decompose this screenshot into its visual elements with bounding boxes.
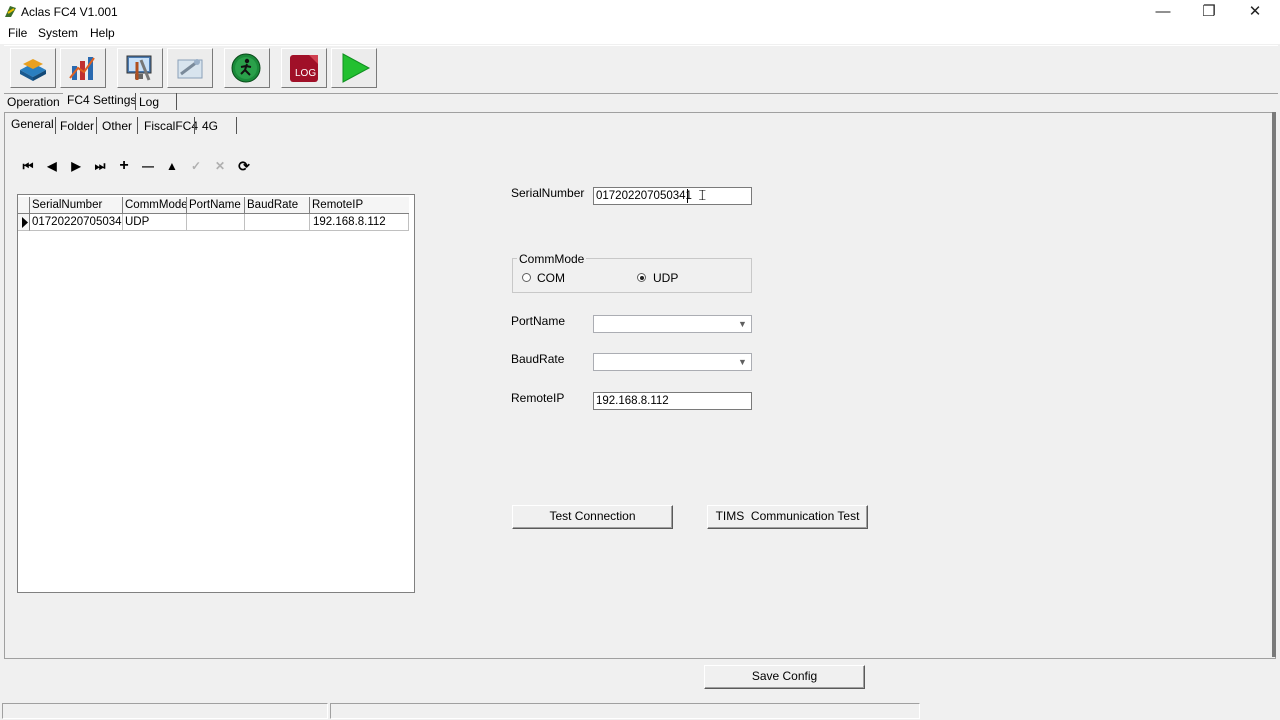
nav-prior-button[interactable]: ◀ xyxy=(41,155,63,177)
table-cell[interactable] xyxy=(187,214,245,231)
log-icon: LOG xyxy=(290,55,318,82)
serialnumber-label: SerialNumber xyxy=(511,186,585,200)
column-header-portname[interactable]: PortName xyxy=(187,197,245,214)
nav-cancel-button[interactable]: ✕ xyxy=(209,155,231,177)
column-header-commmode[interactable]: CommMode xyxy=(123,197,187,214)
tab-operation[interactable]: Operation xyxy=(3,93,64,111)
tab-divider xyxy=(194,117,195,134)
status-panel xyxy=(2,703,328,719)
menu-bar xyxy=(0,24,1280,44)
column-header-remoteip[interactable]: RemoteIP xyxy=(310,197,409,214)
tab-fiscalfc4[interactable]: FiscalFC4 xyxy=(140,117,202,135)
table-cell[interactable]: UDP xyxy=(123,214,187,231)
chevron-down-icon[interactable]: ▼ xyxy=(734,316,751,332)
table-cell[interactable] xyxy=(245,214,310,231)
serialnumber-input[interactable]: 017202207050341 xyxy=(593,187,752,205)
nav-edit-button[interactable]: ▲ xyxy=(161,155,183,177)
test-connection-button[interactable]: Test Connection xyxy=(512,505,673,529)
save-config-button[interactable]: Save Config xyxy=(704,665,865,689)
scrollbar[interactable] xyxy=(1272,112,1276,657)
column-header-serialnumber[interactable]: SerialNumber xyxy=(30,197,123,214)
run-person-icon xyxy=(231,53,261,83)
restore-button[interactable]: ❐ xyxy=(1186,0,1232,24)
close-button[interactable]: ✕ xyxy=(1232,0,1278,24)
menu-file[interactable]: File xyxy=(8,26,27,40)
minimize-button[interactable]: — xyxy=(1140,0,1186,24)
baudrate-combo[interactable]: ▼ xyxy=(593,353,752,371)
tab-divider xyxy=(236,117,237,134)
tab-log[interactable]: Log xyxy=(135,93,163,111)
ibeam-cursor-icon: 𝙸 xyxy=(697,187,708,204)
tab-divider xyxy=(176,93,177,110)
nav-post-button[interactable]: ✓ xyxy=(185,155,207,177)
nav-last-button[interactable]: ⏭ xyxy=(89,155,111,177)
nav-insert-button[interactable]: + xyxy=(113,155,135,177)
menu-help[interactable]: Help xyxy=(90,26,115,40)
window-title: Aclas FC4 V1.001 xyxy=(21,5,118,19)
settings-button[interactable] xyxy=(167,48,213,88)
bottom-panel xyxy=(4,658,1276,701)
row-indicator[interactable] xyxy=(18,214,30,231)
menu-system[interactable]: System xyxy=(38,26,78,40)
tab-other[interactable]: Other xyxy=(98,117,136,135)
play-button[interactable] xyxy=(331,48,377,88)
nav-delete-button[interactable]: — xyxy=(137,155,159,177)
chart-button[interactable] xyxy=(60,48,106,88)
status-panel xyxy=(330,703,920,719)
computer-tools-button[interactable] xyxy=(117,48,163,88)
records-grid[interactable]: SerialNumber CommMode PortName BaudRate … xyxy=(17,194,415,593)
serialnumber-value: 017202207050341 xyxy=(596,190,692,202)
tab-folder[interactable]: Folder xyxy=(56,117,98,135)
remoteip-input[interactable]: 192.168.8.112 xyxy=(593,392,752,410)
play-icon xyxy=(342,53,371,83)
tab-fc4-settings[interactable]: FC4 Settings xyxy=(63,91,141,109)
nav-next-button[interactable]: ▶ xyxy=(65,155,87,177)
chart-icon xyxy=(69,57,95,80)
database-button[interactable] xyxy=(10,48,56,88)
database-icon xyxy=(20,59,46,81)
settings-icon xyxy=(177,59,203,79)
tab-divider xyxy=(137,117,138,134)
table-cell[interactable]: 017202207050341 xyxy=(30,214,123,231)
portname-combo[interactable]: ▼ xyxy=(593,315,752,333)
tab-divider xyxy=(96,117,97,134)
baudrate-label: BaudRate xyxy=(511,352,565,366)
udp-label[interactable]: UDP xyxy=(653,271,678,285)
com-radio[interactable] xyxy=(522,273,531,282)
nav-first-button[interactable]: ⏮ xyxy=(17,155,39,177)
computer-tools-icon xyxy=(126,55,152,81)
text-cursor xyxy=(687,189,688,203)
app-icon xyxy=(3,4,18,19)
grid-corner xyxy=(18,197,30,214)
com-label[interactable]: COM xyxy=(537,271,565,285)
nav-refresh-button[interactable]: ⟳ xyxy=(233,155,255,177)
remoteip-label: RemoteIP xyxy=(511,391,565,405)
table-cell[interactable]: 192.168.8.112 xyxy=(310,214,409,231)
run-button[interactable] xyxy=(224,48,270,88)
chevron-down-icon[interactable]: ▼ xyxy=(734,354,751,370)
udp-radio[interactable] xyxy=(637,273,646,282)
svg-text:LOG: LOG xyxy=(295,68,316,79)
tab-4g[interactable]: 4G xyxy=(198,117,222,135)
portname-label: PortName xyxy=(511,314,566,328)
tab-general[interactable]: General xyxy=(7,115,58,133)
column-header-baudrate[interactable]: BaudRate xyxy=(245,197,310,214)
log-button[interactable]: LOG xyxy=(281,48,327,88)
tims-test-button[interactable]: TIMS Communication Test xyxy=(707,505,868,529)
commmode-label: CommMode xyxy=(517,252,587,266)
title-bar xyxy=(0,0,1280,24)
current-row-icon xyxy=(22,217,28,228)
